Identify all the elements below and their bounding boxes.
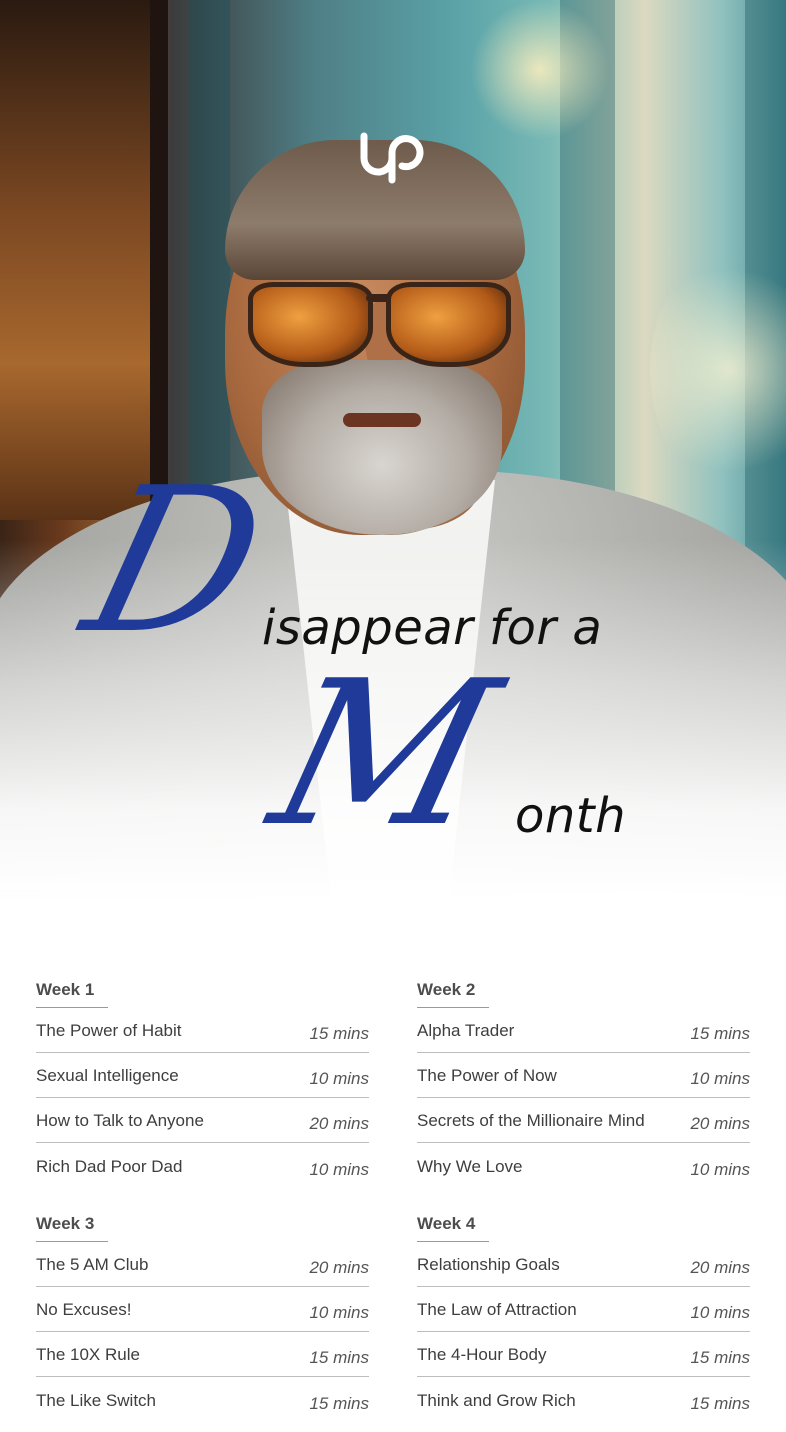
mouth: [343, 413, 421, 427]
title-text-line-2: onth: [515, 788, 627, 844]
book-title: The 4-Hour Body: [417, 1345, 547, 1364]
duration: 10 mins: [309, 1160, 369, 1179]
list-item[interactable]: Rich Dad Poor Dad 10 mins: [36, 1143, 369, 1188]
beard: [262, 360, 502, 535]
list-item[interactable]: Why We Love 10 mins: [417, 1143, 750, 1188]
book-title: Sexual Intelligence: [36, 1066, 179, 1085]
week-heading: Week 3: [36, 1206, 369, 1242]
list-item[interactable]: Think and Grow Rich 15 mins: [417, 1377, 750, 1422]
list-item[interactable]: Secrets of the Millionaire Mind 20 mins: [417, 1098, 750, 1143]
duration: 15 mins: [309, 1348, 369, 1367]
week-2-section: Week 2 Alpha Trader 15 mins The Power of …: [417, 972, 750, 1188]
list-item[interactable]: Relationship Goals 20 mins: [417, 1242, 750, 1287]
duration: 20 mins: [690, 1114, 750, 1133]
week-heading: Week 1: [36, 972, 369, 1008]
book-title: Rich Dad Poor Dad: [36, 1157, 183, 1176]
list-item[interactable]: The 10X Rule 15 mins: [36, 1332, 369, 1377]
list-item[interactable]: The Like Switch 15 mins: [36, 1377, 369, 1422]
list-item[interactable]: The Power of Now 10 mins: [417, 1053, 750, 1098]
duration: 15 mins: [690, 1024, 750, 1043]
book-title: Why We Love: [417, 1157, 523, 1176]
list-item[interactable]: No Excuses! 10 mins: [36, 1287, 369, 1332]
week-3-section: Week 3 The 5 AM Club 20 mins No Excuses! 1…: [36, 1206, 369, 1422]
week-4-section: Week 4 Relationship Goals 20 mins The Law…: [417, 1206, 750, 1422]
book-title: How to Talk to Anyone: [36, 1111, 204, 1130]
book-title: Alpha Trader: [417, 1021, 515, 1040]
list-item[interactable]: The Power of Habit 15 mins: [36, 1008, 369, 1053]
up-logo-icon: [360, 132, 424, 184]
duration: 15 mins: [690, 1394, 750, 1413]
book-title: The Law of Attraction: [417, 1300, 577, 1319]
car-window-frame: [0, 0, 168, 520]
duration: 10 mins: [309, 1303, 369, 1322]
book-title: The 10X Rule: [36, 1345, 140, 1364]
list-item[interactable]: The 5 AM Club 20 mins: [36, 1242, 369, 1287]
week-heading: Week 4: [417, 1206, 750, 1242]
sunglasses-lens-right: [386, 282, 511, 367]
duration: 10 mins: [309, 1069, 369, 1088]
list-item[interactable]: Sexual Intelligence 10 mins: [36, 1053, 369, 1098]
list-item[interactable]: The Law of Attraction 10 mins: [417, 1287, 750, 1332]
book-title: Secrets of the Millionaire Mind: [417, 1111, 645, 1130]
book-title: The Power of Now: [417, 1066, 557, 1085]
list-item[interactable]: The 4-Hour Body 15 mins: [417, 1332, 750, 1377]
list-item[interactable]: Alpha Trader 15 mins: [417, 1008, 750, 1053]
book-title: The 5 AM Club: [36, 1255, 149, 1274]
book-title: Think and Grow Rich: [417, 1391, 576, 1410]
duration: 15 mins: [690, 1348, 750, 1367]
duration: 15 mins: [309, 1394, 369, 1413]
duration: 15 mins: [309, 1024, 369, 1043]
duration: 10 mins: [690, 1160, 750, 1179]
week-heading: Week 2: [417, 972, 750, 1008]
duration: 20 mins: [309, 1258, 369, 1277]
book-title: No Excuses!: [36, 1300, 132, 1319]
book-title: Relationship Goals: [417, 1255, 560, 1274]
sunglasses-lens-left: [248, 282, 373, 367]
duration: 20 mins: [309, 1114, 369, 1133]
duration: 20 mins: [690, 1258, 750, 1277]
duration: 10 mins: [690, 1303, 750, 1322]
light-glow: [470, 0, 610, 140]
sunglasses: [248, 282, 511, 367]
duration: 10 mins: [690, 1069, 750, 1088]
book-title: The Power of Habit: [36, 1021, 182, 1040]
list-item[interactable]: How to Talk to Anyone 20 mins: [36, 1098, 369, 1143]
book-title: The Like Switch: [36, 1391, 156, 1410]
week-1-section: Week 1 The Power of Habit 15 mins Sexual …: [36, 972, 369, 1188]
